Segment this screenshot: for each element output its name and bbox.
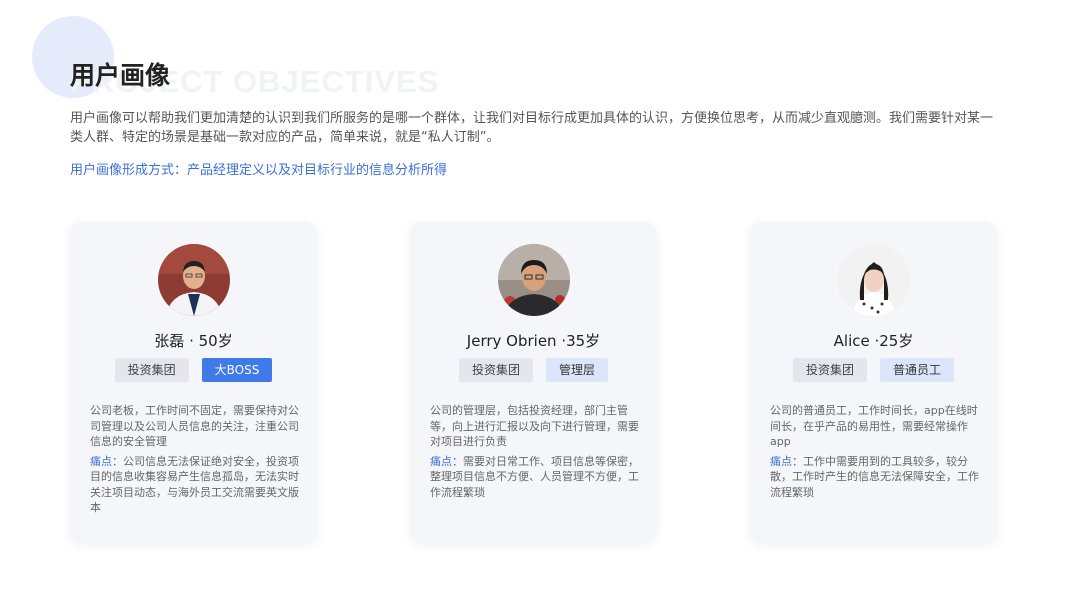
intro-paragraph: 用户画像可以帮助我们更加清楚的认识到我们所服务的是哪一个群体，让我们对目标行成更… bbox=[70, 111, 994, 145]
pain-text: ：公司信息无法保证绝对安全，投资项目的信息收集容易产生信息孤岛，无法实时关注项目… bbox=[90, 454, 299, 515]
tag-group: 投资集团 bbox=[458, 358, 533, 382]
persona-name: Jerry Obrien ·35岁 bbox=[466, 332, 601, 350]
pain-text: ：需要对日常工作、项目信息等保密，整理项目信息不方便、人员管理不方便，工作流程繁… bbox=[430, 454, 639, 499]
method-line: 用户画像形成方式：产品经理定义以及对目标行业的信息分析所得 bbox=[70, 163, 448, 178]
persona-card-alice: Alice ·25岁 投资集团 普通员工 公司的普通员工，工作时间长，app在线… bbox=[750, 222, 997, 543]
pain-label: 痛点 bbox=[430, 454, 452, 468]
tag-group: 投资集团 bbox=[114, 358, 189, 382]
tag-role: 管理层 bbox=[546, 358, 609, 382]
avatar bbox=[838, 244, 910, 316]
persona-description: 公司的管理层，包括投资经理，部门主管等，向上进行汇报以及向下进行管理，需要对项目… bbox=[430, 404, 639, 448]
persona-description: 公司老板，工作时间不固定，需要保持对公司管理以及公司人员信息的关注，注重公司信息… bbox=[90, 404, 299, 448]
persona-pain-points: 痛点：工作中需要用到的工具较多，较分散，工作时产生的信息无法保障安全，工作流程繁… bbox=[770, 454, 980, 501]
persona-name: Alice ·25岁 bbox=[833, 332, 914, 350]
persona-card-zhang-lei: 张磊 · 50岁 投资集团 大BOSS 公司老板，工作时间不固定，需要保持对公司… bbox=[70, 222, 317, 543]
pain-text: ：工作中需要用到的工具较多，较分散，工作时产生的信息无法保障安全，工作流程繁琐 bbox=[770, 454, 979, 499]
persona-card-jerry-obrien: Jerry Obrien ·35岁 投资集团 管理层 公司的管理层，包括投资经理… bbox=[410, 222, 657, 543]
persona-description-block: 公司老板，工作时间不固定，需要保持对公司管理以及公司人员信息的关注，注重公司信息… bbox=[90, 403, 300, 516]
persona-name: 张磊 · 50岁 bbox=[154, 332, 233, 350]
persona-tags: 投资集团 大BOSS bbox=[70, 358, 317, 382]
persona-tags: 投资集团 管理层 bbox=[410, 358, 657, 382]
tag-role: 大BOSS bbox=[201, 358, 273, 382]
persona-pain-points: 痛点：公司信息无法保证绝对安全，投资项目的信息收集容易产生信息孤岛，无法实时关注… bbox=[90, 454, 300, 516]
persona-description-block: 公司的普通员工，工作时间长，app在线时间长，在乎产品的易用性，需要经常操作ap… bbox=[770, 403, 980, 500]
persona-tags: 投资集团 普通员工 bbox=[750, 358, 997, 382]
avatar bbox=[498, 244, 570, 316]
tag-group: 投资集团 bbox=[792, 358, 867, 382]
persona-pain-points: 痛点：需要对日常工作、项目信息等保密，整理项目信息不方便、人员管理不方便，工作流… bbox=[430, 454, 640, 501]
pain-label: 痛点 bbox=[90, 454, 112, 468]
persona-description-block: 公司的管理层，包括投资经理，部门主管等，向上进行汇报以及向下进行管理，需要对项目… bbox=[430, 403, 640, 500]
persona-description: 公司的普通员工，工作时间长，app在线时间长，在乎产品的易用性，需要经常操作ap… bbox=[770, 404, 978, 448]
pain-label: 痛点 bbox=[770, 454, 792, 468]
avatar bbox=[158, 244, 230, 316]
tag-role: 普通员工 bbox=[880, 358, 955, 382]
page-title: 用户画像 bbox=[70, 61, 171, 90]
